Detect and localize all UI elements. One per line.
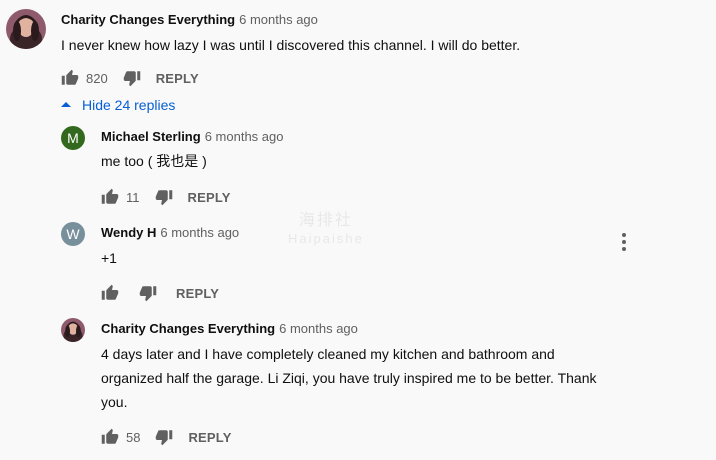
reply-actions: 11 REPLY	[100, 185, 231, 209]
like-count: 11	[126, 189, 140, 205]
author-name[interactable]: Wendy H	[101, 225, 156, 240]
reply-button[interactable]: REPLY	[188, 190, 231, 205]
reply-button[interactable]: REPLY	[176, 286, 219, 301]
profile-photo-icon	[6, 9, 46, 49]
author-name[interactable]: Michael Sterling	[101, 129, 201, 144]
more-dot-icon	[622, 240, 626, 244]
dislike-button[interactable]	[154, 187, 174, 207]
reply-actions: 58 REPLY	[100, 425, 232, 449]
profile-photo-icon	[61, 318, 85, 342]
more-dot-icon	[622, 247, 626, 251]
reply-time[interactable]: 6 months ago	[279, 321, 358, 336]
reply-text: 4 days later and I have completely clean…	[101, 342, 596, 414]
author-name[interactable]: Charity Changes Everything	[101, 321, 275, 336]
reply-text-line: you.	[101, 394, 128, 410]
thumbs-up-icon	[101, 284, 119, 300]
reply-header: Charity Changes Everything 6 months ago	[101, 321, 358, 336]
reply-time[interactable]: 6 months ago	[160, 225, 239, 240]
reply-text-line: organized half the garage. Li Ziqi, you …	[101, 370, 597, 386]
dislike-button[interactable]	[122, 68, 142, 88]
watermark: 海排社 Haipaishe	[288, 212, 364, 248]
thumbs-down-icon	[139, 286, 157, 302]
hide-replies-button[interactable]: Hide 24 replies	[60, 93, 175, 117]
more-actions-button[interactable]	[614, 230, 634, 254]
avatar[interactable]: M	[61, 126, 85, 150]
like-button[interactable]	[60, 68, 80, 88]
comment-actions: 820 REPLY	[60, 66, 199, 90]
like-count: 820	[86, 70, 108, 86]
reply-time[interactable]: 6 months ago	[205, 129, 284, 144]
like-button[interactable]	[100, 187, 120, 207]
watermark-line: 海排社	[298, 212, 353, 229]
reply-text: +1	[101, 250, 117, 266]
reply-button[interactable]: REPLY	[156, 71, 199, 86]
avatar[interactable]	[61, 318, 85, 342]
avatar[interactable]: W	[61, 222, 85, 246]
hide-replies-label: Hide 24 replies	[82, 97, 176, 113]
like-button[interactable]	[100, 283, 120, 303]
avatar[interactable]	[6, 9, 46, 49]
dislike-button[interactable]	[154, 427, 174, 447]
thumbs-up-icon	[101, 188, 119, 204]
dislike-button[interactable]	[138, 283, 158, 303]
caret-up-icon	[61, 102, 71, 107]
reply-header: Michael Sterling 6 months ago	[101, 129, 283, 144]
reply-button[interactable]: REPLY	[188, 430, 231, 445]
author-name[interactable]: Charity Changes Everything	[61, 12, 235, 27]
reply-actions: REPLY	[100, 281, 219, 305]
reply-text-line: 4 days later and I have completely clean…	[101, 346, 555, 362]
reply-text: me too ( 我也是 )	[101, 153, 207, 169]
avatar-letter: W	[66, 226, 80, 242]
thumbs-up-icon	[61, 69, 79, 85]
watermark-line: Haipaishe	[288, 231, 364, 246]
comment-time[interactable]: 6 months ago	[239, 12, 318, 27]
like-count: 58	[126, 429, 141, 445]
comment-header: Charity Changes Everything 6 months ago	[61, 12, 318, 27]
like-button[interactable]	[100, 427, 120, 447]
avatar-letter: M	[67, 130, 79, 146]
comment-text: I never knew how lazy I was until I disc…	[61, 37, 521, 53]
thumbs-down-icon	[156, 430, 173, 446]
thumbs-down-icon	[155, 190, 172, 206]
thumbs-down-icon	[123, 71, 140, 87]
reply-header: Wendy H 6 months ago	[101, 225, 239, 240]
thumbs-up-icon	[101, 428, 119, 444]
more-dot-icon	[622, 233, 626, 237]
